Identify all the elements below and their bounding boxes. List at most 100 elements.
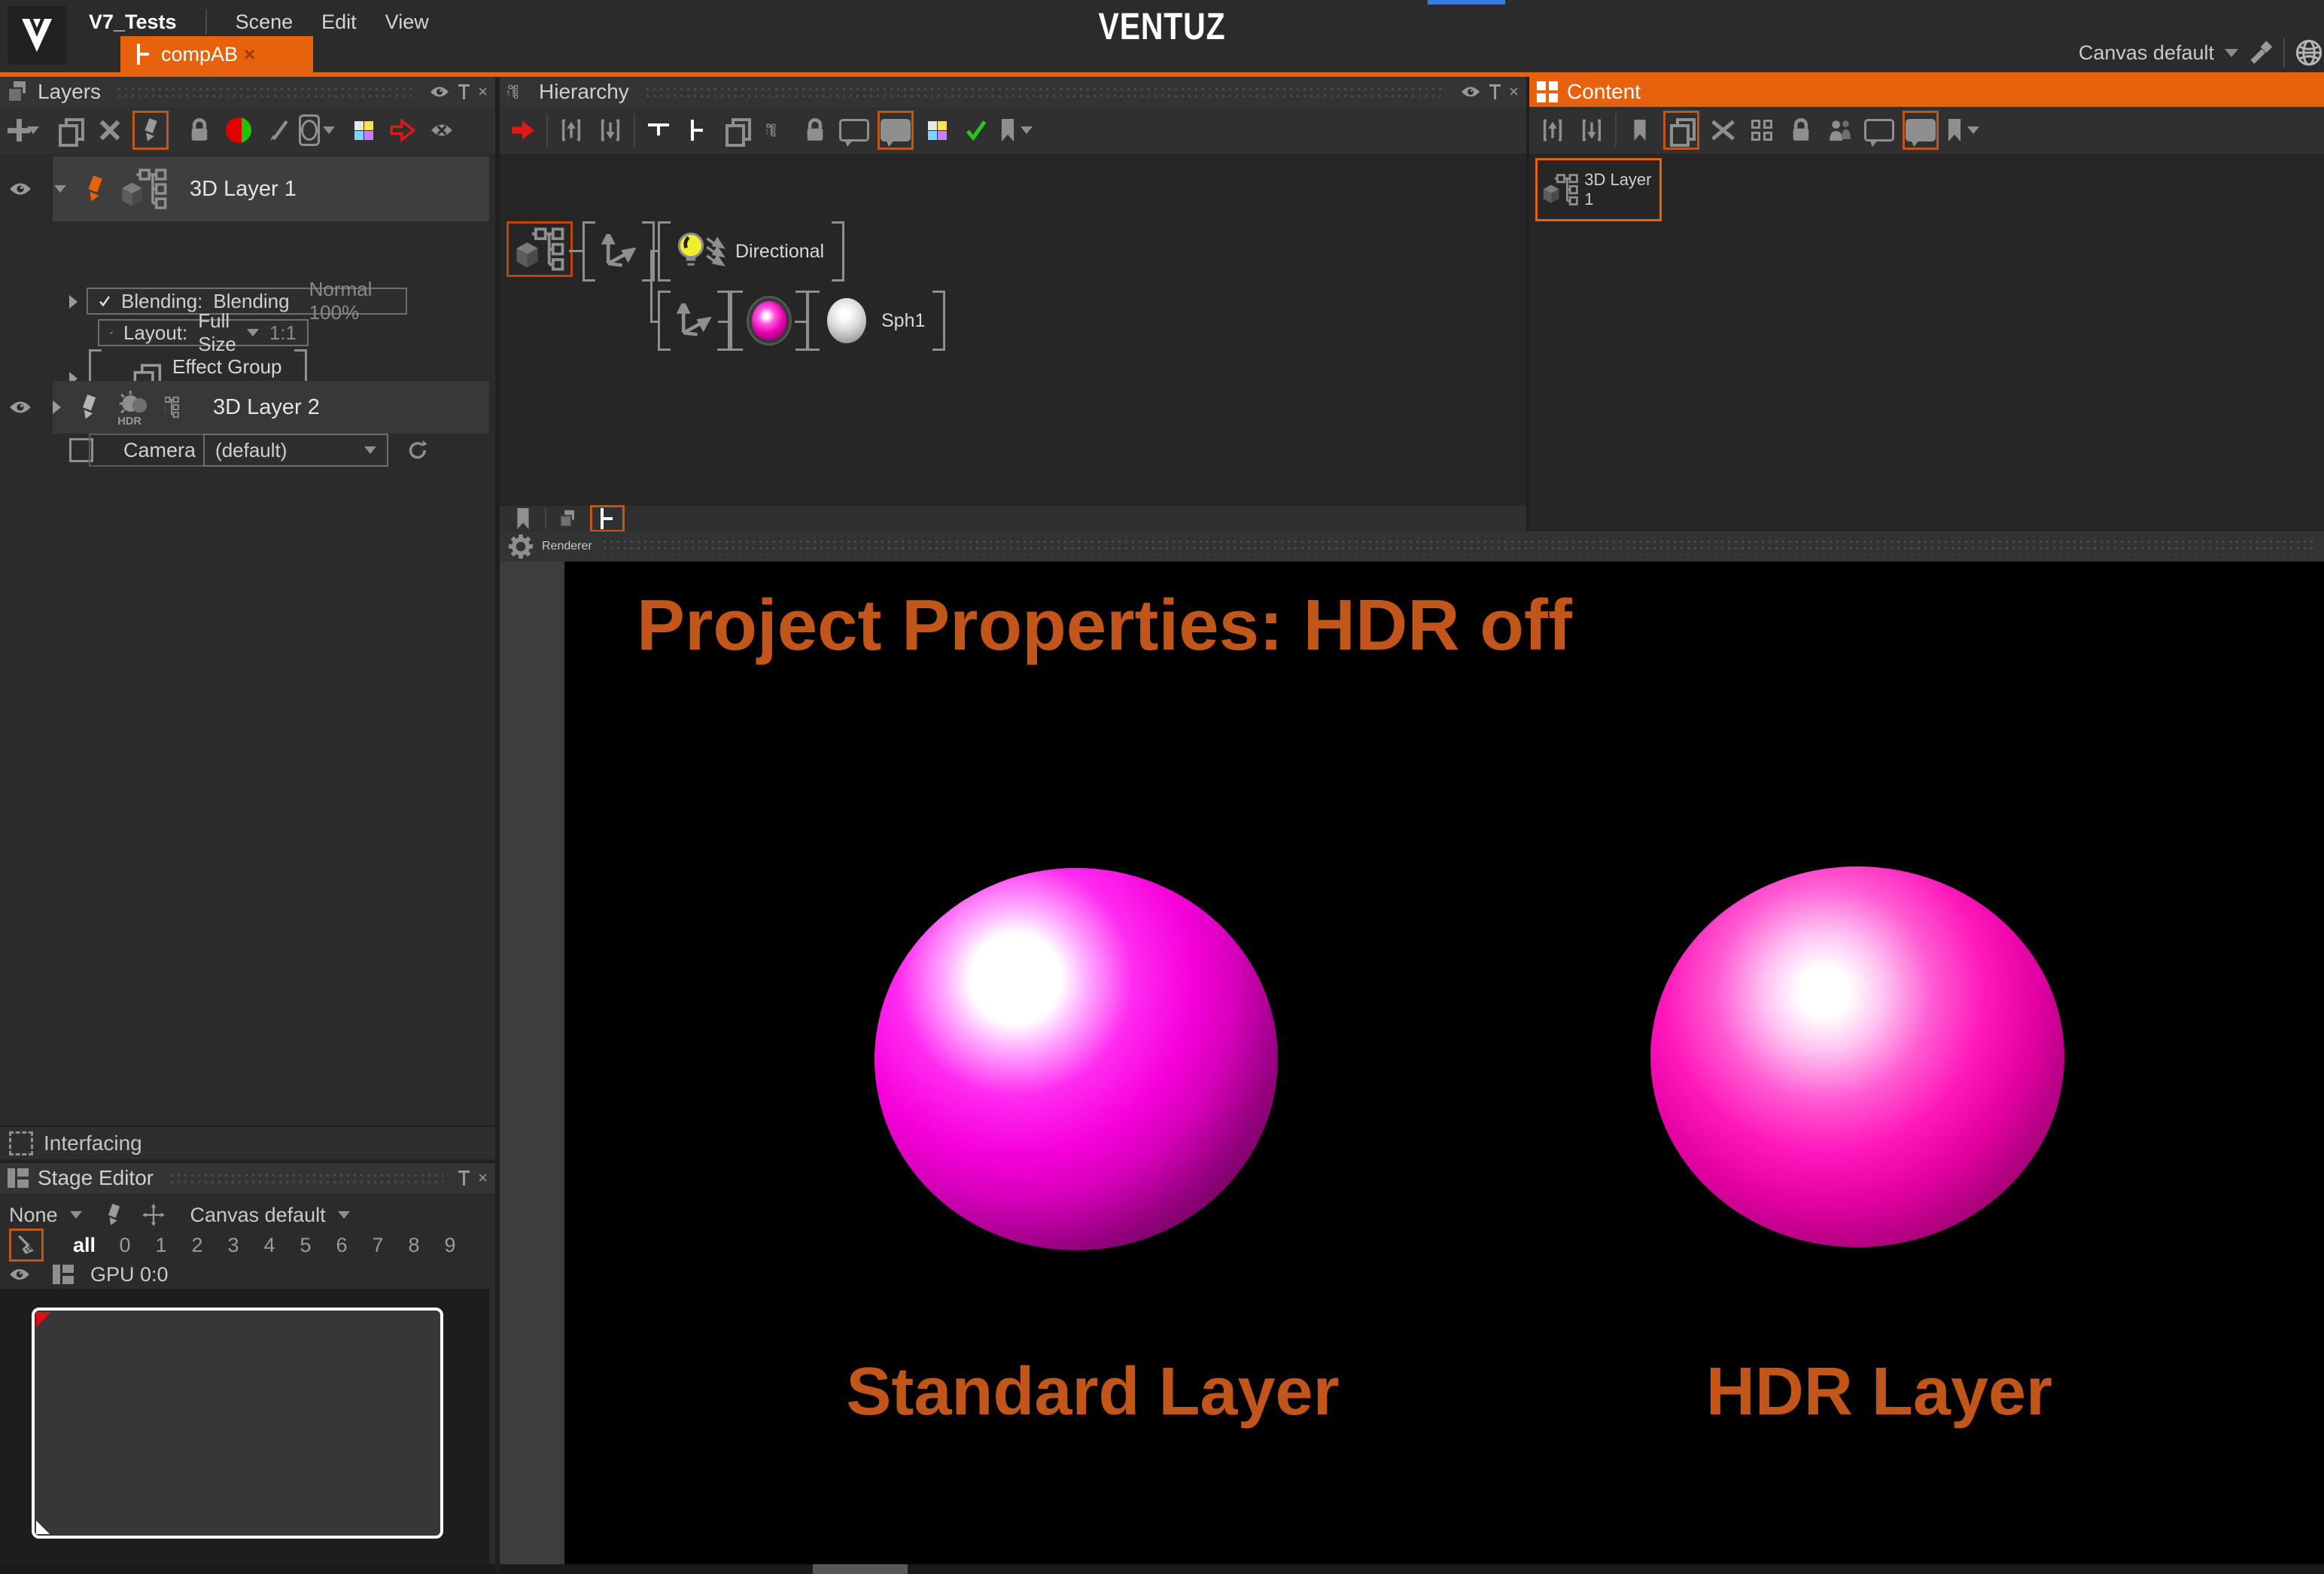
- stage-preset-value[interactable]: None: [9, 1204, 58, 1227]
- mask-button[interactable]: [301, 113, 333, 148]
- layout-ratio[interactable]: 1:1: [269, 321, 297, 345]
- jump-to-node-button[interactable]: [507, 113, 539, 148]
- comments-filled-button[interactable]: [1903, 111, 1939, 150]
- layer-visibility-eye-icon[interactable]: [9, 400, 32, 415]
- pin-icon[interactable]: [458, 1171, 469, 1186]
- camera-dropdown[interactable]: (default): [203, 434, 388, 467]
- close-icon[interactable]: ×: [1509, 82, 1519, 102]
- edit-layer-button[interactable]: [132, 111, 169, 150]
- tree-tab-button[interactable]: [590, 505, 625, 532]
- channel-1[interactable]: 1: [143, 1234, 179, 1257]
- render-viewport[interactable]: Project Properties: HDR off Standard Lay…: [564, 562, 2324, 1564]
- menu-view[interactable]: View: [385, 11, 429, 34]
- channel-2[interactable]: 2: [179, 1234, 215, 1257]
- eye-icon[interactable]: [9, 1268, 30, 1281]
- move-up-button[interactable]: [555, 113, 587, 148]
- eye-icon[interactable]: [430, 86, 449, 98]
- panel-header-filler[interactable]: [644, 84, 1446, 100]
- group-nodes-button[interactable]: [721, 113, 753, 148]
- hide-layer-button[interactable]: [426, 113, 458, 148]
- add-layer-button[interactable]: [8, 113, 39, 148]
- menu-project[interactable]: V7_Tests: [89, 11, 177, 34]
- comments-button[interactable]: [1863, 113, 1895, 148]
- layers-panel-header[interactable]: Layers ×: [0, 77, 495, 107]
- layer-row-3d-layer-2[interactable]: 3D Layer 2: [0, 381, 495, 434]
- menu-scene[interactable]: Scene: [236, 11, 294, 34]
- camera-reset-icon[interactable]: [408, 440, 429, 461]
- channel-8[interactable]: 8: [396, 1234, 432, 1257]
- tree-view-button[interactable]: [760, 113, 792, 148]
- graph-root-node[interactable]: [506, 221, 573, 277]
- collaborators-button[interactable]: [1824, 113, 1856, 148]
- panel-header-filler[interactable]: [169, 1170, 443, 1186]
- graph-light-node[interactable]: Directional: [658, 221, 844, 282]
- layout-dropdown-caret-icon[interactable]: [247, 329, 259, 336]
- move-icon[interactable]: [142, 1204, 165, 1226]
- interfacing-panel-header[interactable]: Interfacing: [0, 1125, 495, 1159]
- channel-0[interactable]: 0: [107, 1234, 143, 1257]
- content-item-3d-layer-1[interactable]: 3D Layer 1: [1535, 158, 1662, 221]
- lock-content-button[interactable]: [1785, 113, 1817, 148]
- stage-gpu-row[interactable]: GPU 0:0: [0, 1259, 495, 1289]
- canvas-dropdown-caret-icon[interactable]: [338, 1211, 350, 1219]
- channel-7[interactable]: 7: [360, 1234, 396, 1257]
- layers-tab-button[interactable]: [555, 507, 581, 531]
- content-body[interactable]: 3D Layer 1: [1529, 154, 2324, 531]
- paint-layer-button[interactable]: [262, 113, 294, 148]
- blending-mode[interactable]: Normal 100%: [309, 278, 395, 324]
- panel-header-filler[interactable]: [116, 84, 415, 100]
- channel-3[interactable]: 3: [215, 1234, 251, 1257]
- move-down-button[interactable]: [595, 113, 626, 148]
- menu-edit[interactable]: Edit: [321, 11, 357, 34]
- expand-caret-icon[interactable]: [53, 400, 61, 414]
- channel-5[interactable]: 5: [287, 1234, 324, 1257]
- content-panel-header[interactable]: Content: [1529, 77, 2324, 107]
- checkbox-checked-icon[interactable]: [99, 293, 111, 309]
- edit-pencil-icon[interactable]: [84, 175, 105, 202]
- hierarchy-graph[interactable]: Directional Sph1: [500, 154, 1526, 506]
- color-channels-button[interactable]: [348, 113, 379, 148]
- split-node-button[interactable]: [682, 113, 713, 148]
- panel-divider[interactable]: [495, 77, 500, 1574]
- stage-canvas-value[interactable]: Canvas default: [190, 1204, 326, 1227]
- preset-dropdown-caret-icon[interactable]: [70, 1211, 82, 1219]
- bookmarks-tab-button[interactable]: [510, 507, 536, 531]
- duplicate-content-button[interactable]: [1663, 111, 1699, 150]
- layer-name[interactable]: 3D Layer 2: [213, 395, 320, 420]
- scene-tab-compab[interactable]: compAB ×: [120, 36, 313, 72]
- layer-row-3d-layer-1[interactable]: 3D Layer 1: [0, 157, 495, 221]
- expand-caret-icon[interactable]: [54, 185, 66, 193]
- export-button[interactable]: [1576, 113, 1608, 148]
- insert-node-button[interactable]: [643, 113, 674, 148]
- channel-9[interactable]: 9: [432, 1234, 468, 1257]
- gear-icon[interactable]: [509, 534, 533, 559]
- blending-expand-caret-icon[interactable]: [69, 295, 78, 309]
- checkbox-checked-icon[interactable]: [110, 324, 113, 341]
- stage-preview-canvas[interactable]: [32, 1308, 443, 1539]
- scene-tab-close-icon[interactable]: ×: [244, 43, 255, 66]
- comments-filled-button[interactable]: [878, 111, 914, 150]
- color-tag-button[interactable]: [921, 113, 953, 148]
- lock-layer-button[interactable]: [184, 113, 215, 148]
- channel-6[interactable]: 6: [324, 1234, 360, 1257]
- pin-icon[interactable]: [1489, 84, 1500, 99]
- graph-axes-node[interactable]: [583, 221, 655, 282]
- horizontal-scrollbar[interactable]: [500, 1564, 2324, 1574]
- channel-all[interactable]: all: [62, 1234, 107, 1257]
- edit-pencil-icon[interactable]: [79, 394, 99, 420]
- blending-property-box[interactable]: Blending: Blending Normal 100%: [87, 288, 407, 315]
- grid-view-button[interactable]: [1746, 113, 1778, 148]
- panel-header-filler[interactable]: [601, 538, 2315, 555]
- hierarchy-panel-header[interactable]: Hierarchy ×: [500, 77, 1526, 107]
- panel-divider[interactable]: [1526, 77, 1529, 531]
- channel-4[interactable]: 4: [251, 1234, 287, 1257]
- layer-visibility-eye-icon[interactable]: [9, 181, 32, 196]
- delete-layer-button[interactable]: [93, 113, 125, 148]
- app-logo[interactable]: [8, 6, 66, 65]
- chevron-down-icon[interactable]: [2225, 49, 2238, 57]
- duplicate-layer-button[interactable]: [54, 113, 86, 148]
- layer-color-button[interactable]: [223, 113, 254, 148]
- expand-content-button[interactable]: [1707, 113, 1738, 148]
- close-icon[interactable]: ×: [478, 1168, 488, 1188]
- pin-icon[interactable]: [458, 84, 469, 99]
